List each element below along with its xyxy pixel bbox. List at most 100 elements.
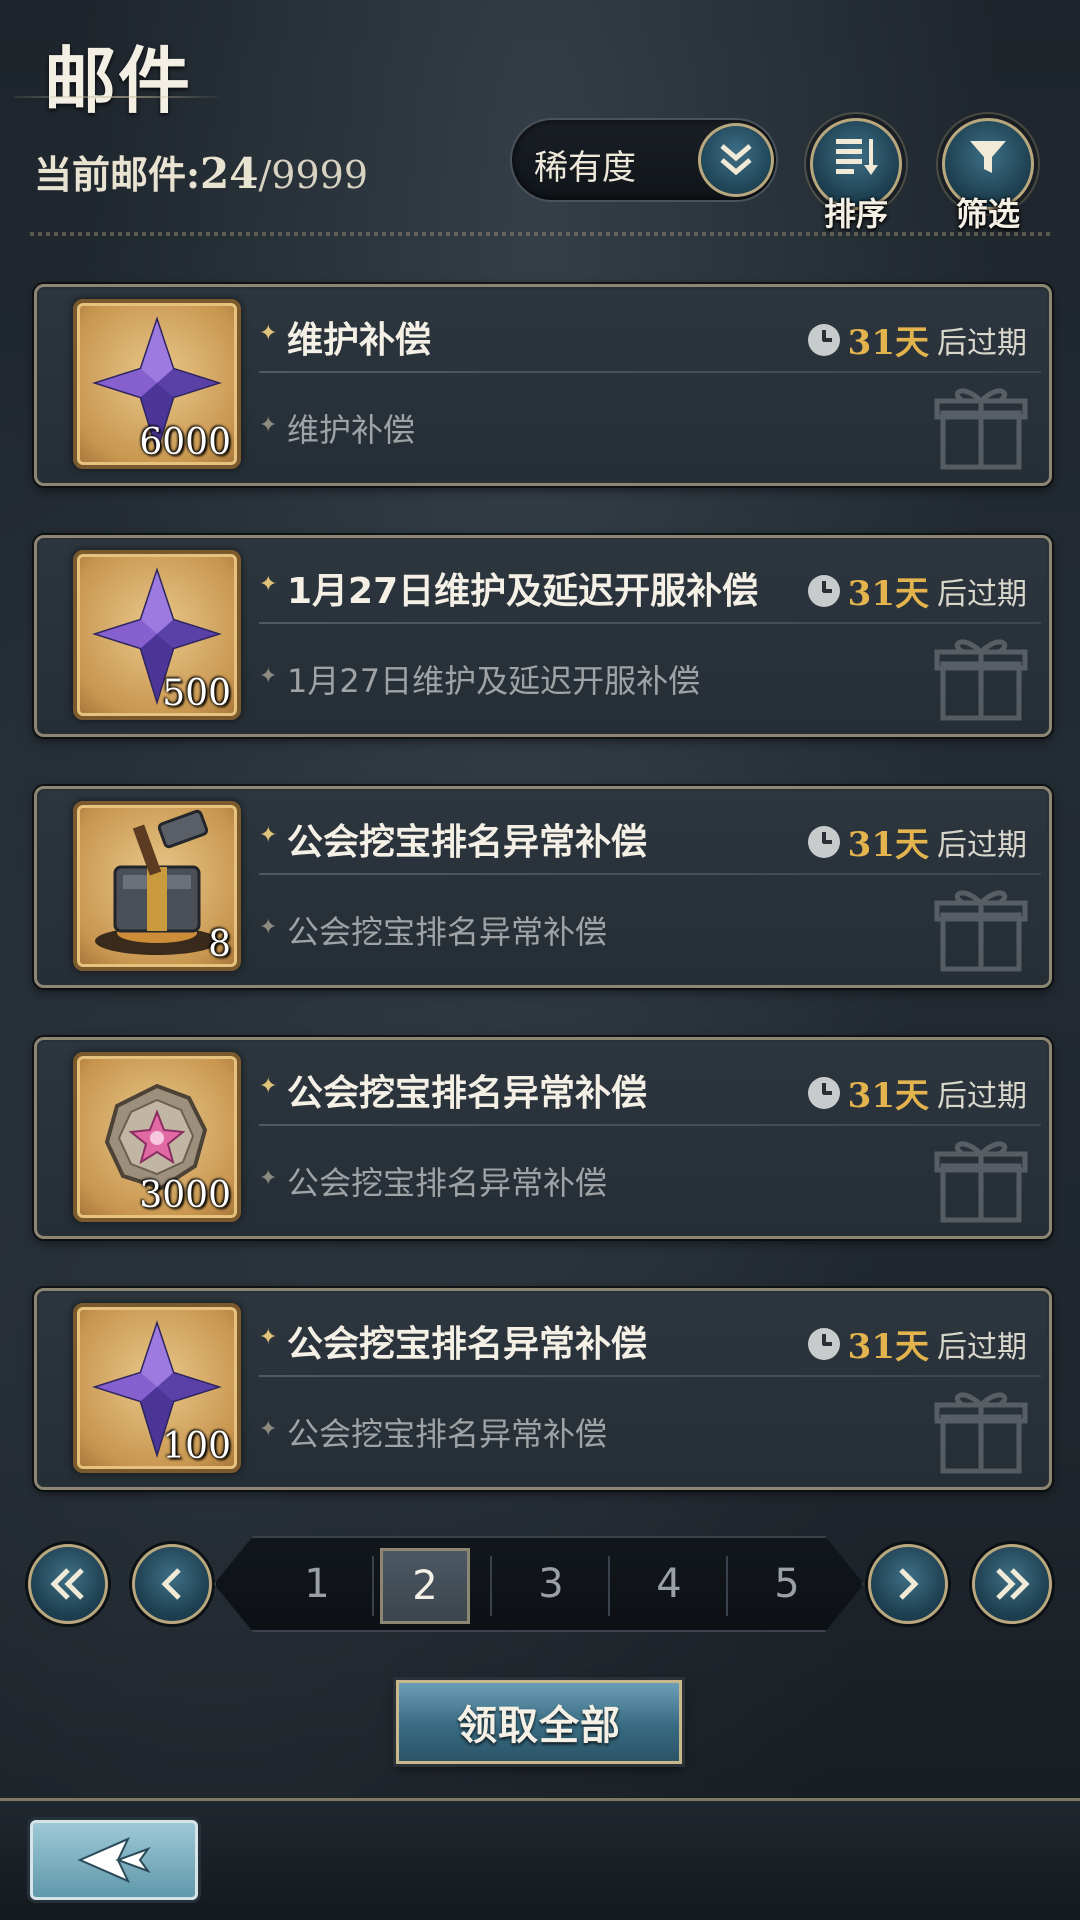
claim-all-button[interactable]: 领取全部 — [396, 1680, 682, 1764]
mail-subtitle: 公会挖宝排名异常补偿 — [287, 1415, 608, 1453]
page-4[interactable]: 4 — [624, 1548, 714, 1620]
item-quantity: 100 — [162, 1426, 231, 1467]
back-arrow-icon — [77, 1837, 151, 1883]
item-quantity: 8 — [208, 924, 231, 965]
mail-subtitle: 维护补偿 — [287, 411, 416, 449]
diamond-bullet-icon: ✦ — [259, 1166, 278, 1191]
gift-icon — [934, 1392, 1028, 1474]
double-chevron-down-icon[interactable] — [698, 123, 774, 197]
mail-item[interactable]: 3000 ✦ 公会挖宝排名异常补偿 31天 后过期 ✦ 公会挖宝排名异常补偿 — [34, 1037, 1052, 1239]
page-separator — [490, 1556, 492, 1616]
page-3[interactable]: 3 — [506, 1548, 596, 1620]
rarity-dropdown[interactable]: 稀有度 — [510, 118, 778, 202]
item-quantity: 6000 — [139, 422, 231, 463]
page-separator — [608, 1556, 610, 1616]
expiry-suffix: 后过期 — [937, 1329, 1027, 1365]
gift-icon — [934, 639, 1028, 721]
expiry-days: 31天 — [847, 1076, 929, 1116]
rarity-dropdown-label: 稀有度 — [534, 148, 636, 188]
expiry-info: 31天 后过期 — [807, 1319, 1027, 1368]
expiry-info: 31天 后过期 — [807, 315, 1027, 364]
card-divider — [259, 873, 1041, 875]
diamond-bullet-icon: ✦ — [259, 1325, 278, 1350]
item-icon-frame: 3000 — [73, 1052, 241, 1222]
mail-item[interactable]: 500 ✦ 1月27日维护及延迟开服补偿 31天 后过期 ✦ 1月27日维护及延… — [34, 535, 1052, 737]
diamond-bullet-icon: ✦ — [259, 1417, 278, 1442]
clock-icon — [807, 1327, 840, 1360]
mail-item[interactable]: 100 ✦ 公会挖宝排名异常补偿 31天 后过期 ✦ 公会挖宝排名异常补偿 — [34, 1288, 1052, 1490]
sort-button[interactable]: 排序 — [810, 118, 902, 233]
expiry-info: 31天 后过期 — [807, 566, 1027, 615]
mail-item[interactable]: 8 ✦ 公会挖宝排名异常补偿 31天 后过期 ✦ 公会挖宝排名异常补偿 — [34, 786, 1052, 988]
item-quantity: 500 — [162, 673, 231, 714]
diamond-bullet-icon: ✦ — [259, 664, 278, 689]
sort-icon — [836, 139, 878, 175]
sort-button-label: 排序 — [823, 195, 889, 233]
filter-button[interactable]: 筛选 — [942, 118, 1034, 233]
mail-subtitle: 公会挖宝排名异常补偿 — [287, 913, 608, 951]
header-divider — [30, 232, 1050, 236]
expiry-suffix: 后过期 — [937, 576, 1027, 612]
page-5[interactable]: 5 — [742, 1548, 832, 1620]
mail-title: 公会挖宝排名异常补偿 — [287, 1324, 648, 1365]
expiry-days: 31天 — [847, 1327, 929, 1367]
filter-icon — [970, 141, 1006, 173]
card-divider — [259, 1124, 1041, 1126]
diamond-bullet-icon: ✦ — [259, 823, 278, 848]
card-divider — [259, 371, 1041, 373]
item-icon-frame: 8 — [73, 801, 241, 971]
diamond-bullet-icon: ✦ — [259, 413, 278, 438]
diamond-bullet-icon: ✦ — [259, 1074, 278, 1099]
last-page-button[interactable] — [972, 1544, 1052, 1624]
title-ornament — [14, 96, 224, 98]
expiry-info: 31天 后过期 — [807, 817, 1027, 866]
page-separator — [726, 1556, 728, 1616]
expiry-days: 31天 — [847, 574, 929, 614]
back-button[interactable] — [30, 1820, 198, 1900]
page-separator — [372, 1556, 374, 1616]
diamond-bullet-icon: ✦ — [259, 915, 278, 940]
expiry-suffix: 后过期 — [937, 1078, 1027, 1114]
gift-icon — [934, 388, 1028, 470]
expiry-suffix: 后过期 — [937, 325, 1027, 361]
filter-button-label: 筛选 — [955, 195, 1021, 233]
mail-title: 公会挖宝排名异常补偿 — [287, 1073, 648, 1114]
double-chevron-right-icon — [996, 1568, 1030, 1600]
page-title: 邮件 — [44, 38, 193, 123]
mail-count: 当前邮件:24/9999 — [34, 144, 368, 199]
diamond-bullet-icon: ✦ — [259, 321, 278, 346]
chevron-left-icon — [161, 1568, 181, 1600]
mail-subtitle: 1月27日维护及延迟开服补偿 — [287, 662, 701, 700]
gift-icon — [934, 890, 1028, 972]
mail-item[interactable]: 6000 ✦ 维护补偿 31天 后过期 ✦ 维护补偿 — [34, 284, 1052, 486]
double-chevron-left-icon — [50, 1568, 84, 1600]
item-icon-frame: 100 — [73, 1303, 241, 1473]
page-1[interactable]: 1 — [272, 1548, 362, 1620]
mail-title: 公会挖宝排名异常补偿 — [287, 822, 648, 863]
prev-page-button[interactable] — [132, 1544, 212, 1624]
mail-count-current: 24 — [200, 149, 259, 198]
mail-title: 1月27日维护及延迟开服补偿 — [287, 571, 759, 612]
page-2[interactable]: 2 — [380, 1548, 470, 1624]
clock-icon — [807, 825, 840, 858]
clock-icon — [807, 574, 840, 607]
first-page-button[interactable] — [28, 1544, 108, 1624]
mail-count-label: 当前邮件: — [34, 152, 201, 197]
mail-title: 维护补偿 — [287, 320, 432, 361]
clock-icon — [807, 1076, 840, 1109]
expiry-suffix: 后过期 — [937, 827, 1027, 863]
gift-icon — [934, 1141, 1028, 1223]
card-divider — [259, 622, 1041, 624]
mail-screen: 邮件 当前邮件:24/9999 稀有度 排序 筛选 6000 ✦ 维护补偿 31… — [0, 0, 1080, 1920]
mail-subtitle: 公会挖宝排名异常补偿 — [287, 1164, 608, 1202]
chevron-right-icon — [899, 1568, 919, 1600]
next-page-button[interactable] — [868, 1544, 948, 1624]
mail-count-max: /9999 — [258, 153, 368, 197]
item-icon-frame: 6000 — [73, 299, 241, 469]
expiry-days: 31天 — [847, 825, 929, 865]
card-divider — [259, 1375, 1041, 1377]
expiry-info: 31天 后过期 — [807, 1068, 1027, 1117]
item-icon-frame: 500 — [73, 550, 241, 720]
diamond-bullet-icon: ✦ — [259, 572, 278, 597]
clock-icon — [807, 323, 840, 356]
